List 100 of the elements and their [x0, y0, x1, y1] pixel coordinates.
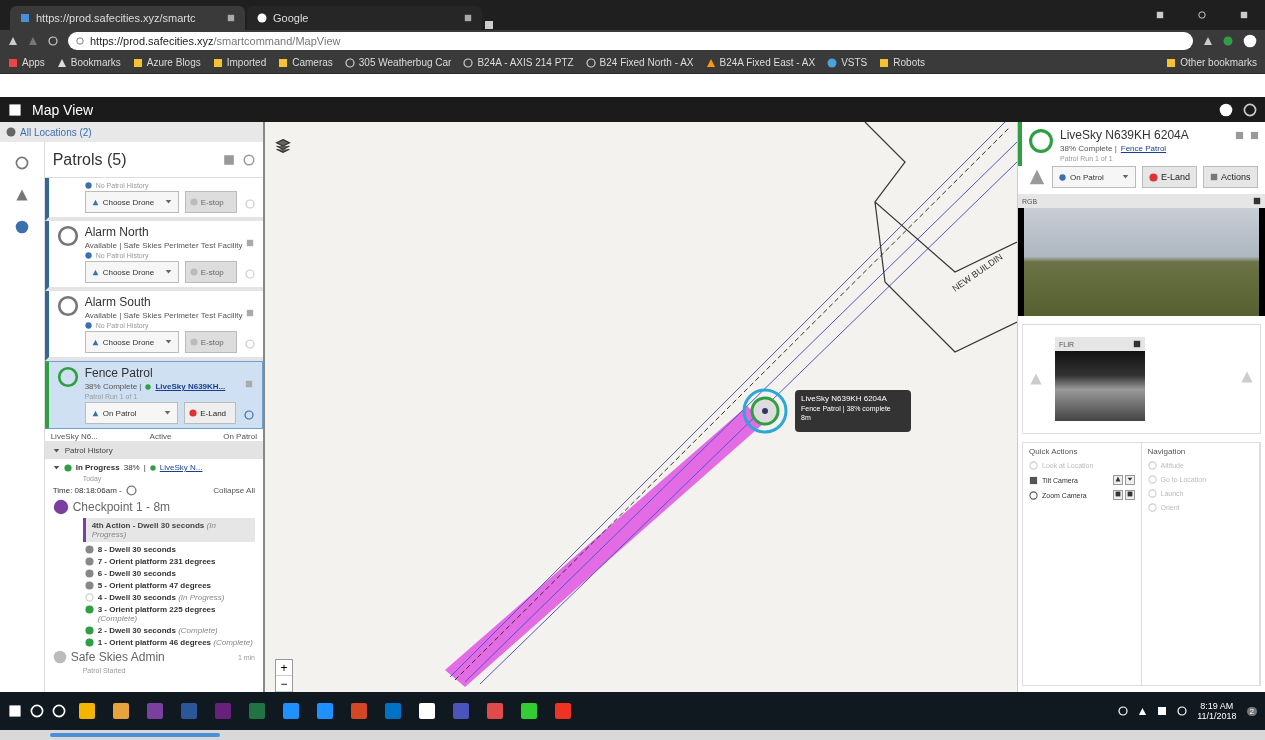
section-title: Patrol History	[64, 445, 113, 455]
extension-icon[interactable]	[1223, 36, 1233, 46]
bookmark-link[interactable]: Imported	[212, 57, 267, 68]
caret-icon[interactable]	[52, 446, 60, 454]
stop-button[interactable]: E-Land	[184, 402, 236, 424]
bookmark-link[interactable]: Robots	[879, 57, 925, 68]
drone-select[interactable]: Choose Drone	[84, 331, 179, 353]
browser-tab[interactable]: https://prod.safecities.xyz/smartc	[10, 6, 245, 30]
down-icon	[1126, 476, 1133, 482]
mode-select[interactable]: On Patrol	[1052, 166, 1136, 188]
panel-title: Patrols (5)	[52, 150, 128, 169]
bookmark-link[interactable]: Cameras	[278, 57, 333, 68]
step-text: 5 - Orient platform 47 degrees	[97, 581, 212, 590]
step-text: 8 - Dwell 30 seconds	[97, 545, 176, 554]
patrol-name: Fence Patrol	[84, 366, 154, 380]
profile-icon[interactable]	[1243, 34, 1257, 48]
folder-icon	[212, 57, 223, 68]
drone-select[interactable]: Choose Drone	[84, 261, 179, 283]
bookmark-link[interactable]: B24A Fixed East - AX	[705, 57, 816, 68]
step-text: 1 - Orient platform 46 degrees (Complete)	[97, 638, 253, 647]
patrol-link[interactable]: Fence Patrol	[1120, 144, 1167, 153]
chevron-up-icon[interactable]	[1138, 706, 1148, 716]
run-percent: 38%	[123, 463, 140, 472]
page-icon	[585, 57, 596, 68]
user-icon	[52, 650, 67, 664]
bookmark-link[interactable]: VSTS	[827, 57, 868, 68]
address-field[interactable]: https://prod.safecities.xyz/smartcommand/MapView	[68, 32, 1193, 50]
step-text: 4 - Dwell 30 seconds (In Progress)	[97, 593, 225, 602]
clock[interactable]: 8:19 AM 11/1/2018	[1197, 701, 1237, 721]
stop-icon	[189, 268, 198, 276]
step-text: 6 - Dwell 30 seconds	[97, 569, 176, 578]
bookmark-link[interactable]: Bookmarks	[56, 57, 121, 68]
actions-button[interactable]: Actions	[1203, 166, 1258, 188]
caret-icon	[164, 408, 172, 416]
section-title: Quick Actions	[1029, 447, 1079, 456]
tilt-down-button[interactable]	[1124, 475, 1135, 485]
clock-icon	[125, 485, 137, 496]
folder-icon	[879, 57, 890, 68]
apps-icon	[8, 57, 18, 68]
run-status: In Progress	[75, 463, 120, 472]
zoom-out-button[interactable]	[1112, 490, 1123, 500]
e-land-button[interactable]: E-Land	[1142, 166, 1198, 188]
collapse-link[interactable]: Collapse All	[213, 486, 255, 495]
drone-title: LiveSky N639KH 6204A	[1060, 128, 1189, 142]
tooltip-title: LiveSky N639KH 6204A	[801, 394, 888, 403]
checkpoint-title: Checkpoint 1 - 8m	[72, 500, 171, 514]
drone-select[interactable]: Choose Drone	[84, 191, 179, 213]
bookmark-link[interactable]: Azure Blogs	[132, 57, 201, 68]
drone-link[interactable]: LiveSky N639KH...	[155, 382, 226, 391]
navigation-icon[interactable]	[14, 188, 29, 202]
browser-tab[interactable]: Google	[247, 6, 482, 30]
folder-icon	[132, 57, 143, 68]
separator: |	[143, 463, 146, 472]
route-icon	[1059, 173, 1066, 181]
patrol-name: Alarm South	[84, 295, 152, 309]
caret-icon[interactable]	[52, 464, 60, 471]
bookmark-link[interactable]: B24A - AXIS 214 PTZ	[463, 57, 574, 68]
bookmark-link[interactable]: B24 Fixed North - AX	[585, 57, 694, 68]
caret-icon	[1122, 172, 1129, 180]
patrol-status: Available | Safe Skies Perimeter Test Facility	[84, 241, 243, 250]
page-icon	[344, 57, 355, 68]
drone-select[interactable]: On Patrol	[84, 402, 179, 424]
layers-icon[interactable]	[275, 138, 291, 154]
stop-icon	[189, 409, 198, 417]
search-icon[interactable]	[30, 704, 44, 718]
zoom-in-button[interactable]: +	[276, 660, 292, 676]
bookmark-folder[interactable]: Other bookmarks	[1166, 57, 1257, 68]
up-icon	[1114, 476, 1121, 482]
patrol-status: Available | Safe Skies Perimeter Test Facility	[84, 311, 243, 320]
step-text: 7 - Orient platform 231 degrees	[97, 557, 216, 566]
patrol-name: Alarm North	[84, 225, 150, 239]
check-icon	[84, 322, 92, 329]
page-icon	[20, 13, 30, 23]
check-icon	[84, 182, 92, 189]
cloud-icon	[827, 57, 838, 68]
google-icon	[257, 13, 267, 23]
zoom-out-button[interactable]: −	[276, 676, 292, 692]
folder-icon	[278, 57, 289, 68]
navigation-icon	[91, 268, 99, 276]
zoom-in-button[interactable]	[1124, 490, 1135, 500]
section-title: Navigation	[1147, 447, 1187, 456]
tilt-up-button[interactable]	[1112, 475, 1123, 485]
caret-icon	[164, 197, 172, 205]
stop-icon	[189, 338, 198, 346]
patrol-status: 38% Complete |	[84, 382, 142, 391]
caret-icon	[164, 337, 172, 345]
help-icon[interactable]	[1219, 102, 1233, 117]
location-filter[interactable]: All Locations (2)	[0, 122, 263, 142]
route-icon[interactable]	[14, 220, 29, 234]
checkpoint-icon	[52, 499, 69, 515]
scroll-bar[interactable]	[50, 733, 220, 737]
bookmark-link[interactable]: 305 Weatherbug Car	[344, 57, 452, 68]
folder-icon	[1166, 57, 1177, 68]
bookmark-link[interactable]: Apps	[8, 57, 45, 68]
status-label: Active	[149, 432, 172, 441]
drone-link[interactable]: LiveSky N...	[159, 463, 203, 472]
action-row[interactable]: 4th Action - Dwell 30 seconds (In Progress)	[82, 518, 255, 542]
notification-count[interactable]: 2	[1246, 706, 1257, 716]
status-label: LiveSky N6...	[50, 432, 98, 441]
drone-marker-icon[interactable]	[740, 386, 790, 436]
